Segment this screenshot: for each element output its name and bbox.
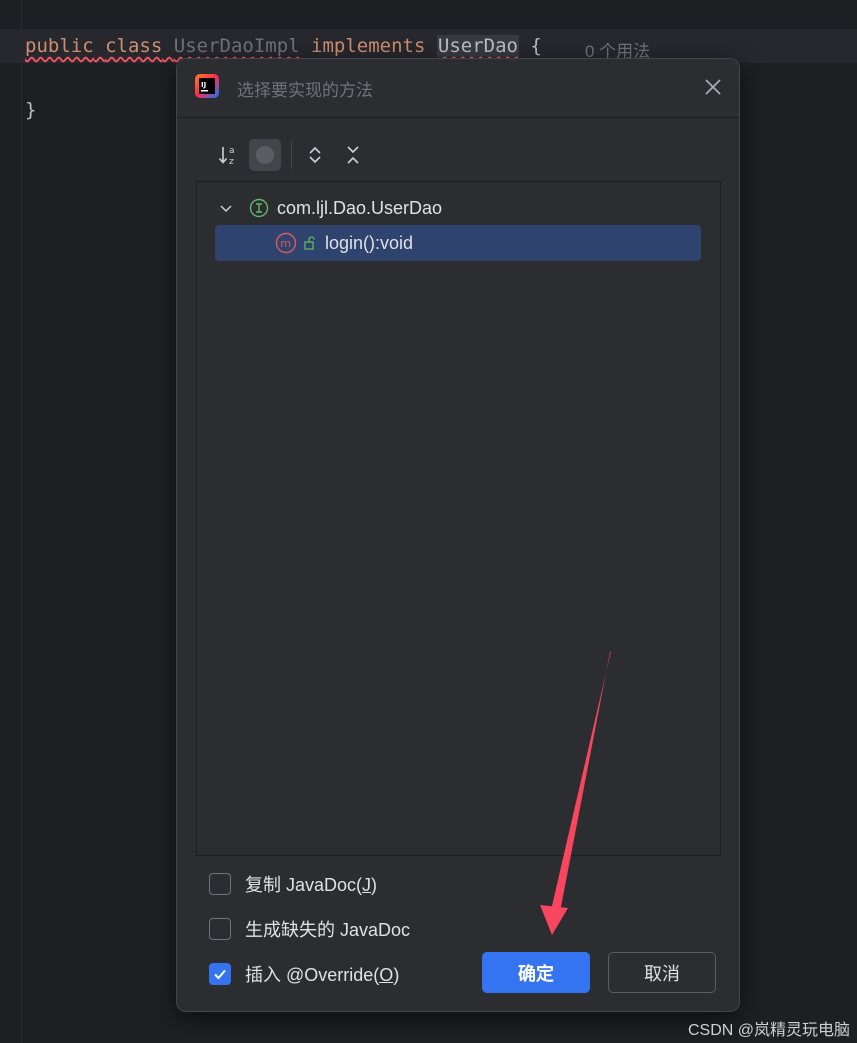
dialog-titlebar[interactable]: IJ 选择要实现的方法 bbox=[177, 59, 739, 118]
copy-javadoc-label: 复制 JavaDoc(J) bbox=[245, 875, 378, 895]
generate-javadoc-label: 生成缺失的 JavaDoc bbox=[245, 920, 411, 940]
svg-text:m: m bbox=[280, 237, 291, 250]
interface-label: com.ljl.Dao.UserDao bbox=[277, 197, 443, 218]
insert-override-checkbox[interactable] bbox=[209, 963, 231, 985]
copy-javadoc-checkbox[interactable] bbox=[209, 873, 231, 895]
keyword-class: class bbox=[105, 35, 163, 57]
sort-alphabetically-icon[interactable]: a z bbox=[213, 139, 245, 171]
expand-all-icon[interactable] bbox=[299, 139, 331, 171]
open-brace: { bbox=[530, 35, 542, 57]
cancel-button[interactable]: 取消 bbox=[608, 952, 716, 993]
class-declaration-line[interactable]: public class UserDaoImpl implements User… bbox=[25, 35, 542, 57]
close-brace: } bbox=[25, 99, 37, 121]
editor-gutter-divider bbox=[21, 0, 22, 1043]
keyword-implements: implements bbox=[311, 35, 426, 57]
svg-text:a: a bbox=[229, 146, 235, 156]
tree-node-method[interactable]: m login():void bbox=[215, 225, 701, 261]
class-name[interactable]: UserDaoImpl bbox=[174, 35, 300, 57]
svg-text:IJ: IJ bbox=[201, 81, 206, 89]
dialog-toolbar: a z bbox=[213, 139, 413, 173]
collapse-all-icon[interactable] bbox=[337, 139, 369, 171]
watermark: CSDN @岚精灵玩电脑 bbox=[688, 1022, 851, 1039]
methods-tree[interactable]: com.ljl.Dao.UserDao m login():void bbox=[196, 181, 721, 856]
method-icon: m bbox=[275, 232, 297, 254]
show-classes-icon[interactable] bbox=[249, 139, 281, 171]
editor-top-strip bbox=[0, 0, 857, 28]
implement-methods-dialog: IJ 选择要实现的方法 a z com.ljl.Dao.UserDao m lo… bbox=[176, 58, 740, 1012]
method-label: login():void bbox=[325, 232, 414, 253]
option-insert-override[interactable]: 插入 @Override(O) bbox=[209, 961, 399, 987]
insert-override-label: 插入 @Override(O) bbox=[245, 965, 400, 985]
dialog-title: 选择要实现的方法 bbox=[237, 81, 373, 100]
generate-javadoc-checkbox[interactable] bbox=[209, 918, 231, 940]
interface-icon bbox=[249, 198, 269, 218]
public-access-icon bbox=[303, 236, 317, 250]
chevron-down-icon[interactable] bbox=[219, 201, 239, 215]
option-copy-javadoc[interactable]: 复制 JavaDoc(J) bbox=[209, 871, 377, 897]
keyword-public: public bbox=[25, 35, 94, 57]
ok-button[interactable]: 确定 bbox=[482, 952, 590, 993]
intellij-idea-icon: IJ bbox=[194, 73, 220, 99]
checkmark-icon bbox=[214, 969, 226, 980]
svg-text:z: z bbox=[229, 157, 234, 167]
tree-node-interface[interactable]: com.ljl.Dao.UserDao bbox=[219, 190, 442, 226]
close-icon[interactable] bbox=[702, 76, 724, 98]
option-generate-javadoc[interactable]: 生成缺失的 JavaDoc bbox=[209, 916, 410, 942]
toolbar-separator bbox=[291, 141, 292, 169]
interface-name[interactable]: UserDao bbox=[436, 35, 519, 57]
